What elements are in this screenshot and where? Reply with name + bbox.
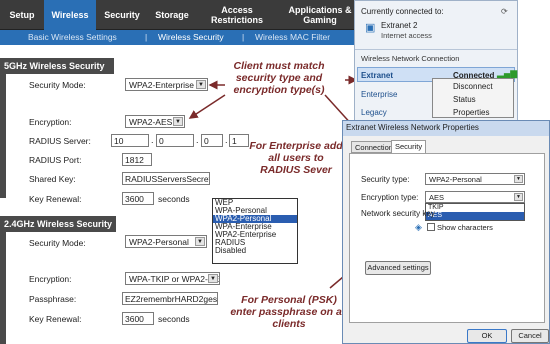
network-item-enterprise[interactable]: Enterprise [361, 90, 397, 99]
encryption-type-options: TKIP AES [425, 203, 525, 221]
encryption-type-label: Encryption type: [361, 193, 419, 202]
encryption-type-select[interactable]: AES ▼ [425, 191, 525, 203]
encryption-option-selected[interactable]: AES [426, 212, 524, 220]
network-name: Extranet [361, 71, 394, 80]
cancel-button[interactable]: Cancel [511, 329, 549, 343]
menu-properties[interactable]: Properties [453, 108, 489, 117]
wireless-properties-dialog: Extranet Wireless Network Properties Con… [342, 120, 550, 344]
network-context-menu: Disconnect Status Properties [432, 78, 514, 118]
show-characters-checkbox[interactable] [427, 223, 435, 231]
menu-disconnect[interactable]: Disconnect [453, 82, 493, 91]
current-network-name: Extranet 2 [381, 21, 418, 30]
chevron-down-icon: ▼ [514, 175, 523, 183]
connected-to-label: Currently connected to: [361, 7, 444, 16]
tab-security[interactable]: Security [391, 140, 427, 153]
ok-button[interactable]: OK [467, 329, 507, 343]
network-item-legacy[interactable]: Legacy [361, 108, 387, 117]
network-icon: ▣ [365, 22, 376, 34]
advanced-settings-button[interactable]: Advanced settings [365, 261, 431, 275]
network-key-label: Network security key [361, 209, 435, 218]
encryption-type-value: AES [429, 193, 445, 202]
encryption-option[interactable]: TKIP [426, 204, 524, 212]
security-type-label: Security type: [361, 175, 410, 184]
wireless-section-label: Wireless Network Connection [361, 54, 460, 63]
security-type-value: WPA2-Personal [429, 175, 482, 184]
menu-status[interactable]: Status [453, 95, 476, 104]
security-type-select[interactable]: WPA2-Personal ▼ [425, 173, 525, 185]
divider [355, 49, 517, 50]
chevron-down-icon: ▼ [514, 193, 523, 201]
refresh-icon[interactable]: ⟳ [501, 7, 508, 16]
show-characters-label: Show characters [437, 223, 493, 232]
internet-access-status: Internet access [381, 31, 432, 40]
dialog-title: Extranet Wireless Network Properties [343, 121, 549, 136]
shield-icon: ◈ [415, 222, 422, 232]
